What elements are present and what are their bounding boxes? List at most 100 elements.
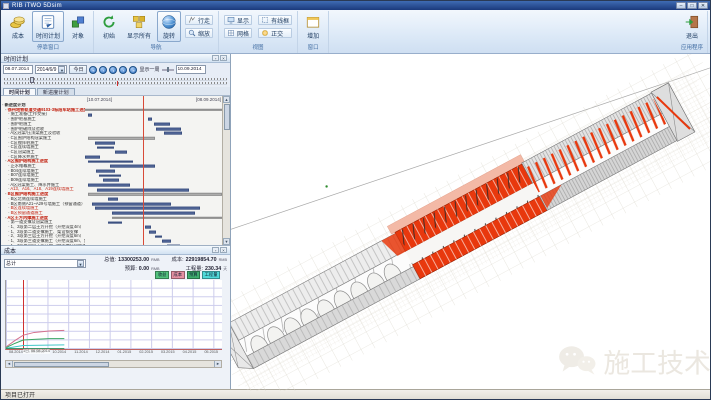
pin-icon[interactable] <box>212 247 219 253</box>
gantt-bar[interactable] <box>112 217 222 219</box>
start-date-input[interactable] <box>3 65 33 74</box>
gantt-bar[interactable] <box>96 170 115 173</box>
stat-label: 成本: <box>172 255 184 263</box>
ribbon-small-column: 有线框正交 <box>256 11 294 42</box>
tab-new-schedule[interactable]: 新进度计划 <box>37 88 75 95</box>
close-icon[interactable] <box>220 247 227 253</box>
tab-schedule[interactable]: 时间计划 <box>3 88 36 95</box>
gantt-bar[interactable] <box>108 221 122 224</box>
zoom-slider[interactable] <box>162 69 174 71</box>
exit-button[interactable]: 退出 <box>680 11 704 42</box>
gantt-bar[interactable] <box>110 165 155 168</box>
gantt-bar[interactable] <box>162 240 172 243</box>
gantt-bar[interactable] <box>155 235 162 238</box>
gantt-date-left: [10.07.2014] <box>87 97 112 102</box>
close-icon[interactable] <box>220 55 227 61</box>
model-3d[interactable]: 施工技术 <box>231 54 710 391</box>
gantt-chart[interactable]: [10.07.2014] [08.09.2014] 新进度计划徐州地铁轨道交通9… <box>1 96 230 245</box>
gantt-bar[interactable] <box>154 123 170 126</box>
cubes-button[interactable]: 对象 <box>66 11 90 42</box>
schedule-button[interactable]: 时间计划 <box>32 11 64 42</box>
gantt-bar[interactable] <box>112 212 194 215</box>
gantt-bar[interactable] <box>88 113 92 116</box>
exit-icon <box>684 14 700 30</box>
gantt-bar[interactable] <box>88 193 222 195</box>
viewport-3d[interactable]: 施工技术 <box>231 54 710 389</box>
timeline-thumb[interactable] <box>30 77 34 83</box>
nav-last-icon[interactable]: » <box>129 66 137 74</box>
gantt-bar[interactable] <box>85 109 222 111</box>
excavation-model[interactable] <box>231 54 710 391</box>
legend-chip[interactable]: 收益 <box>155 271 169 279</box>
nav-prev-icon[interactable]: ‹ <box>99 66 107 74</box>
gantt-bar[interactable] <box>88 137 155 139</box>
maximize-button[interactable] <box>687 2 697 9</box>
x-axis-label: 05.2015 <box>200 350 222 357</box>
gantt-bar[interactable] <box>85 156 100 159</box>
gantt-bar[interactable] <box>108 198 118 201</box>
ribbon-button-row: 增加 <box>301 11 325 42</box>
gantt-track <box>85 244 222 245</box>
gantt-bar[interactable] <box>148 118 152 121</box>
gantt-bar[interactable] <box>103 179 119 182</box>
today-button[interactable]: 今日 <box>69 65 87 74</box>
walk-button[interactable]: 行走 <box>185 15 213 25</box>
gantt-bar[interactable] <box>115 151 127 154</box>
pin-icon[interactable] <box>212 55 219 61</box>
gantt-bar[interactable] <box>95 141 116 144</box>
globe-button[interactable]: 旋转 <box>157 11 181 42</box>
grid-button[interactable]: 网格 <box>224 28 252 38</box>
gantt-bar[interactable] <box>88 160 133 163</box>
display-icon <box>227 16 235 24</box>
end-date-input[interactable] <box>176 65 206 74</box>
ortho-button[interactable]: 正交 <box>258 28 292 38</box>
display-button[interactable]: 显示 <box>224 15 252 25</box>
scroll-thumb[interactable] <box>224 104 230 130</box>
coins-button[interactable]: 成本 <box>6 11 30 42</box>
magnifier-button[interactable]: 缩放 <box>185 28 213 38</box>
gantt-bar[interactable] <box>97 146 113 149</box>
gantt-bar[interactable] <box>88 184 130 187</box>
scroll-right-icon[interactable] <box>214 361 221 367</box>
cost-scope-combo[interactable]: 总计 ▼ <box>4 259 86 268</box>
nav-first-icon[interactable]: « <box>89 66 97 74</box>
ribbon-group: 增加窗口 <box>298 11 329 53</box>
timeline-strip-top[interactable] <box>4 78 227 81</box>
scroll-left-icon[interactable] <box>6 361 13 367</box>
today-tick <box>117 81 118 86</box>
gantt-vertical-scrollbar[interactable] <box>222 96 230 245</box>
scroll-up-icon[interactable] <box>223 96 230 103</box>
scroll-down-icon[interactable] <box>223 238 230 245</box>
nav-play-icon[interactable]: • <box>109 66 117 74</box>
gantt-row[interactable]: 1、3段第四层土方开挖（钢支撑分段施工） <box>1 244 222 245</box>
show-all-button[interactable]: 显示所有 <box>123 11 155 42</box>
wireframe-icon <box>261 16 269 24</box>
ribbon-button-label: 有线框 <box>271 16 289 25</box>
legend-chip[interactable]: 预算 <box>187 271 201 279</box>
close-button[interactable] <box>698 2 708 9</box>
period-combo-value: 2014/6/9 <box>37 67 56 73</box>
timeline-strip-bottom[interactable] <box>4 82 227 85</box>
gantt-bar[interactable] <box>156 127 181 130</box>
legend-chip[interactable]: 工程量 <box>202 271 220 279</box>
gantt-bar[interactable] <box>99 174 121 177</box>
gantt-bar[interactable] <box>92 202 171 205</box>
ribbon-small-column: 行走缩放 <box>183 11 215 42</box>
gantt-bar[interactable] <box>145 226 150 229</box>
gantt-bar[interactable] <box>149 231 156 234</box>
chevron-down-icon: ▼ <box>58 66 65 73</box>
gantt-bar[interactable] <box>95 207 200 210</box>
wireframe-button[interactable]: 有线框 <box>258 15 292 25</box>
cost-chart[interactable] <box>5 280 222 350</box>
minimize-button[interactable] <box>676 2 686 9</box>
refresh-button[interactable]: 初始 <box>97 11 121 42</box>
nav-next-icon[interactable]: › <box>119 66 127 74</box>
ribbon-group: 成本时间计划对象停靠窗口 <box>3 11 94 53</box>
gantt-bar[interactable] <box>164 132 182 135</box>
chart-horizontal-scrollbar[interactable] <box>5 360 222 368</box>
ribbon-group-label: 导航 <box>97 42 215 53</box>
period-combo[interactable]: 2014/6/9 ▼ <box>35 65 67 74</box>
scroll-thumb[interactable] <box>14 362 109 367</box>
legend-chip[interactable]: 成本 <box>171 271 185 279</box>
add-window-button[interactable]: 增加 <box>301 11 325 42</box>
